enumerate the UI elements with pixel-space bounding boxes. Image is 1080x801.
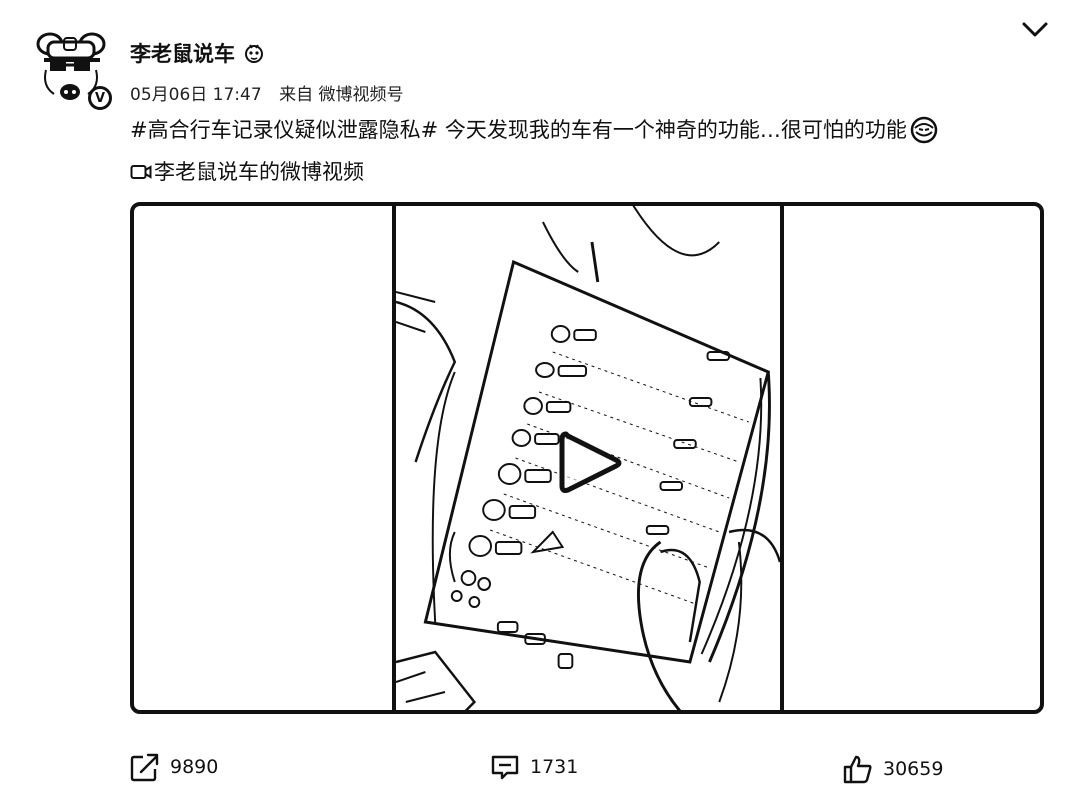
thumbs-up-icon: [843, 755, 872, 784]
video-link[interactable]: 李老鼠说车的微博视频: [130, 156, 364, 188]
comment-icon: [491, 755, 519, 780]
video-link-label: 李老鼠说车的微博视频: [154, 160, 364, 184]
author-name[interactable]: 李老鼠说车: [130, 38, 235, 68]
play-icon[interactable]: [556, 428, 626, 498]
share-button[interactable]: 9890: [130, 752, 218, 782]
share-icon: [130, 753, 159, 782]
verified-badge: V: [88, 86, 112, 110]
action-bar: 9890 1731 30659: [0, 748, 1080, 788]
comment-count: 1731: [530, 756, 579, 778]
post-source[interactable]: 来自 微博视频号: [279, 85, 403, 105]
video-player[interactable]: [130, 202, 1044, 714]
share-count: 9890: [170, 756, 219, 778]
like-button[interactable]: 30659: [843, 754, 943, 784]
comment-button[interactable]: 1731: [490, 752, 578, 782]
author-row: 李老鼠说车: [130, 38, 265, 68]
like-count: 30659: [883, 758, 944, 780]
post-text: #高合行车记录仪疑似泄露隐私# 今天发现我的车有一个神奇的功能…很可怕的功能: [130, 114, 1050, 146]
post-date: 05月06日 17:47: [130, 85, 262, 105]
post-body-text: 今天发现我的车有一个神奇的功能…很可怕的功能: [444, 118, 907, 142]
video-camera-icon: [130, 165, 152, 179]
dizzy-face-icon: [910, 116, 938, 144]
member-emoji-icon: [245, 44, 263, 63]
chevron-down-icon[interactable]: [1018, 14, 1052, 44]
hashtag-link[interactable]: #高合行车记录仪疑似泄露隐私#: [130, 118, 438, 142]
post-meta: 05月06日 17:47 来自 微博视频号: [130, 80, 403, 105]
